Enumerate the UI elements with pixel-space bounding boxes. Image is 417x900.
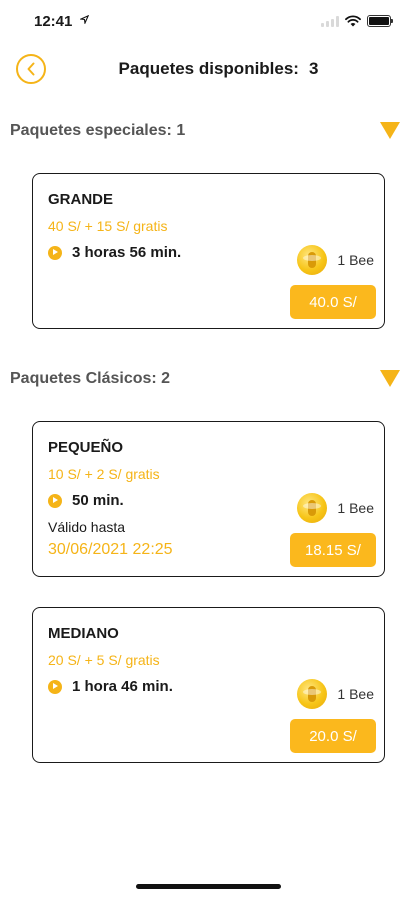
section-label: Paquetes Clásicos: 2 [10,370,171,387]
package-price-text: 20 S/ + 5 S/ gratis [48,652,160,668]
buy-price-button[interactable]: 18.15 S/ [290,533,376,567]
package-name: MEDIANO [48,625,119,642]
section-label: Paquetes especiales: 1 [10,122,186,139]
package-price-text: 40 S/ + 15 S/ gratis [48,218,168,234]
bee-coin-icon [297,493,328,523]
section-header-clasicos[interactable]: Paquetes Clásicos: 2 [10,364,400,394]
package-name: PEQUEÑO [48,439,124,456]
package-card-pequeno[interactable]: PEQUEÑO 10 S/ + 2 S/ gratis 50 min. Váli… [32,421,385,577]
nav-header: Paquetes disponibles: 3 [0,44,417,92]
page-title-label: Paquetes disponibles: [118,59,299,78]
location-arrow-icon [80,15,89,24]
package-duration-text: 3 horas 56 min. [72,244,182,261]
bee-info: 1 Bee [297,493,374,523]
bee-label: 1 Bee [337,500,374,516]
package-duration-text: 50 min. [72,492,124,509]
play-icon [48,245,62,260]
triangle-down-icon[interactable] [380,122,400,139]
triangle-down-icon[interactable] [380,370,400,387]
price-button-label: 20.0 S/ [309,727,357,745]
package-price-text: 10 S/ + 2 S/ gratis [48,466,160,482]
package-duration-text: 1 hora 46 min. [72,678,173,695]
cellular-signal-icon [321,15,339,27]
bee-info: 1 Bee [297,679,374,709]
buy-price-button[interactable]: 40.0 S/ [290,285,376,319]
valid-until-date: 30/06/2021 22:25 [48,541,173,558]
package-duration: 1 hora 46 min. [48,678,173,695]
bee-info: 1 Bee [297,245,374,275]
status-bar: 12:41 [0,0,417,44]
price-button-label: 18.15 S/ [305,541,361,559]
bee-coin-icon [297,679,328,709]
section-header-especiales[interactable]: Paquetes especiales: 1 [10,116,400,146]
package-card-grande[interactable]: GRANDE 40 S/ + 15 S/ gratis 3 horas 56 m… [32,173,385,329]
status-icons [321,15,393,27]
play-icon [48,679,62,694]
battery-icon [367,15,393,27]
bee-label: 1 Bee [337,252,374,268]
package-duration: 3 horas 56 min. [48,244,181,261]
package-card-mediano[interactable]: MEDIANO 20 S/ + 5 S/ gratis 1 hora 46 mi… [32,607,385,763]
valid-until-label: Válido hasta [48,519,126,535]
status-time: 12:41 [34,13,73,30]
package-duration: 50 min. [48,492,124,509]
price-button-label: 40.0 S/ [309,293,357,311]
page-title: Paquetes disponibles: 3 [0,59,417,79]
bee-coin-icon [297,245,328,275]
buy-price-button[interactable]: 20.0 S/ [290,719,376,753]
home-indicator[interactable] [136,884,281,889]
wifi-icon [345,15,361,27]
package-count: 3 [308,59,319,78]
play-icon [48,493,62,508]
package-name: GRANDE [48,191,114,208]
bee-label: 1 Bee [337,686,374,702]
